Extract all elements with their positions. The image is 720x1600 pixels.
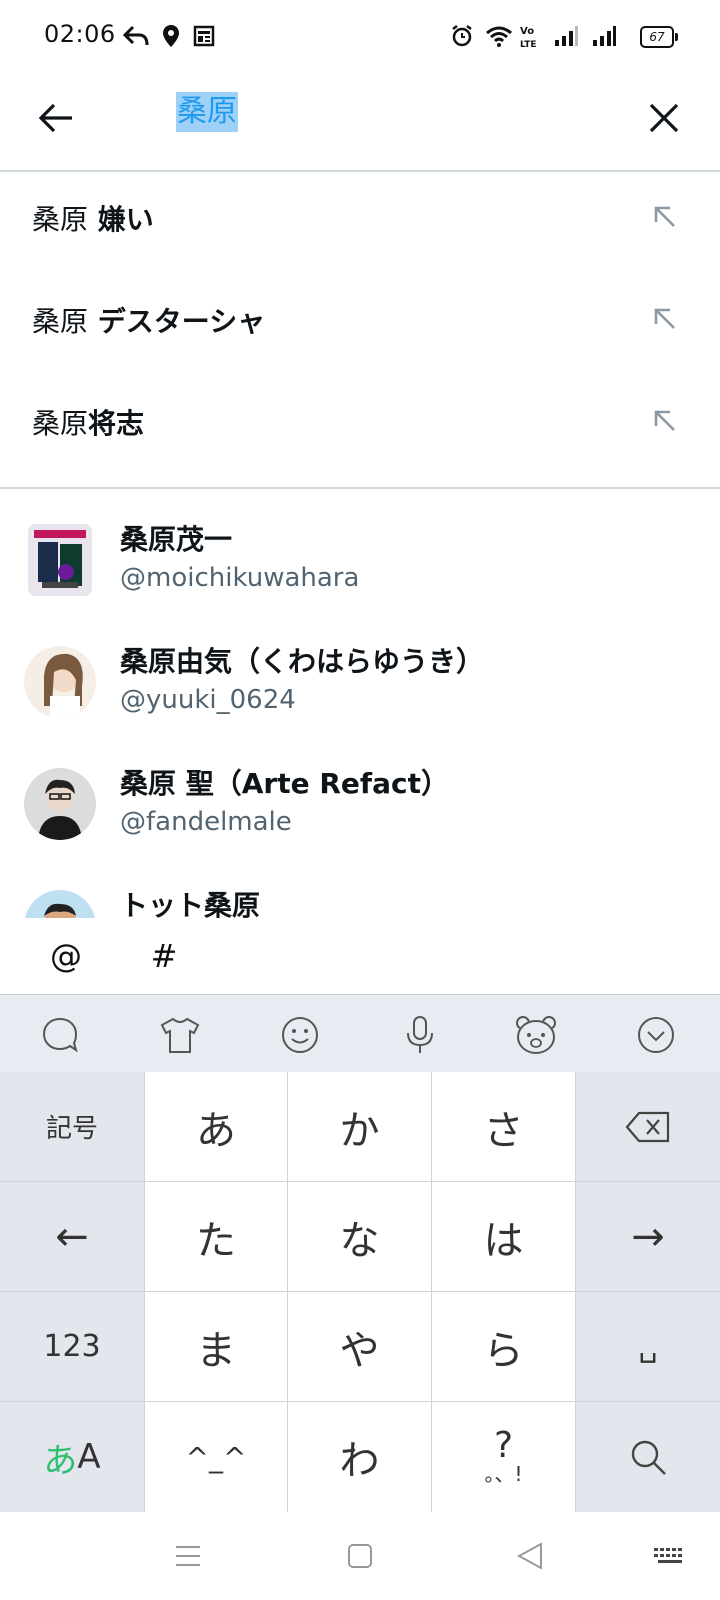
key-ka[interactable]: か [288, 1072, 432, 1182]
microphone-icon[interactable] [394, 1009, 446, 1061]
fill-query-arrow-icon[interactable] [648, 404, 684, 440]
fill-query-arrow-icon[interactable] [648, 200, 684, 236]
backspace-icon [625, 1111, 670, 1142]
punctuation-key[interactable]: ? 。、! [432, 1402, 576, 1512]
avatar [24, 768, 96, 840]
keyboard-switch-icon[interactable] [648, 1536, 692, 1576]
signal-icon-2 [590, 22, 618, 50]
system-navigation-bar [0, 1512, 720, 1600]
key-ya[interactable]: や [288, 1292, 432, 1402]
search-key[interactable] [576, 1402, 720, 1512]
suggestion-query: 桑原 [32, 305, 89, 338]
user-name: トット桑原 [120, 889, 261, 918]
cursor-right-key[interactable]: → [576, 1182, 720, 1292]
menu-icon[interactable] [166, 1536, 210, 1576]
emoticon-key[interactable]: ^_^ [144, 1402, 288, 1512]
key-ma[interactable]: ま [144, 1292, 288, 1402]
battery-icon: 67 [640, 26, 678, 48]
svg-text:LTE: LTE [520, 40, 537, 49]
symbol-key[interactable]: 記号 [0, 1072, 144, 1182]
reply-icon [122, 22, 150, 50]
key-na[interactable]: な [288, 1182, 432, 1292]
suggestion-completion: 将志 [88, 407, 145, 440]
input-mode-key[interactable]: あA [0, 1402, 144, 1512]
status-bar: 02:06 Vo LTE 67 [0, 0, 720, 72]
section-divider [0, 487, 720, 489]
keyboard: 記号 ← 123 あA あ か さ た な は ま や ら ^_^ わ ? 。、… [0, 1072, 720, 1512]
search-input[interactable]: 桑原 [176, 92, 238, 132]
space-key[interactable]: ␣ [576, 1292, 720, 1402]
keyboard-toolbar [0, 994, 720, 1073]
avatar [28, 524, 92, 596]
mention-at-button[interactable]: @ [36, 932, 96, 980]
arrow-left-icon [38, 103, 72, 133]
cursor-left-key[interactable]: ← [0, 1182, 144, 1292]
suggestion-item[interactable]: 桑原 デスターシャ [0, 272, 720, 374]
signal-icon-1 [552, 22, 580, 50]
collapse-keyboard-icon[interactable] [630, 1009, 682, 1061]
key-wa[interactable]: わ [288, 1402, 432, 1512]
news-icon [192, 22, 216, 50]
user-handle: @fandelmale [120, 807, 292, 837]
key-ra[interactable]: ら [432, 1292, 576, 1402]
suggestion-completion: 嫌い [88, 203, 154, 236]
key-sa[interactable]: さ [432, 1072, 576, 1182]
user-handle: @moichikuwahara [120, 563, 360, 593]
hashtag-button[interactable]: # [134, 932, 194, 980]
key-ha[interactable]: は [432, 1182, 576, 1292]
avatar [24, 646, 96, 718]
user-name: 桑原由気（くわはらゆうき） [120, 645, 485, 678]
avatar [24, 890, 96, 918]
wifi-icon [484, 22, 514, 50]
user-name: 桑原茂一 [120, 523, 233, 556]
key-ta[interactable]: た [144, 1182, 288, 1292]
suggestion-item[interactable]: 桑原 嫌い [0, 170, 720, 272]
user-result[interactable]: 桑原茂一 @moichikuwahara [0, 512, 720, 632]
volte-icon: Vo LTE [518, 22, 546, 50]
suggestion-query: 桑原 [32, 203, 89, 236]
user-result[interactable]: 桑原由気（くわはらゆうき） @yuuki_0624 [0, 634, 720, 754]
home-icon[interactable] [338, 1536, 382, 1576]
back-triangle-icon[interactable] [508, 1536, 552, 1576]
user-result[interactable]: トット桑原 [0, 878, 720, 918]
suggestion-query: 桑原 [32, 407, 89, 440]
key-a[interactable]: あ [144, 1072, 288, 1182]
sticker-bear-icon[interactable] [510, 1009, 562, 1061]
user-handle: @yuuki_0624 [120, 685, 296, 715]
user-name: 桑原 聖（Arte Refact） [120, 767, 449, 800]
back-button[interactable] [30, 92, 82, 144]
alarm-icon [450, 22, 474, 50]
suggestion-completion: デスターシャ [88, 305, 266, 338]
fill-query-arrow-icon[interactable] [648, 302, 684, 338]
number-mode-key[interactable]: 123 [0, 1292, 144, 1402]
status-time: 02:06 [44, 20, 116, 48]
user-result[interactable]: 桑原 聖（Arte Refact） @fandelmale [0, 756, 720, 876]
close-icon [649, 103, 679, 133]
search-icon [631, 1440, 666, 1475]
emoji-icon[interactable] [274, 1009, 326, 1061]
theme-shirt-icon[interactable] [154, 1009, 206, 1061]
clear-search-button[interactable] [638, 92, 690, 144]
search-header: 桑原 [0, 72, 720, 172]
mention-bar: @ # [0, 918, 720, 994]
suggestion-item[interactable]: 桑原将志 [0, 374, 720, 476]
location-icon [160, 22, 182, 50]
svg-text:Vo: Vo [520, 26, 534, 37]
chat-bubble-icon[interactable] [34, 1009, 86, 1061]
backspace-key[interactable] [576, 1072, 720, 1182]
